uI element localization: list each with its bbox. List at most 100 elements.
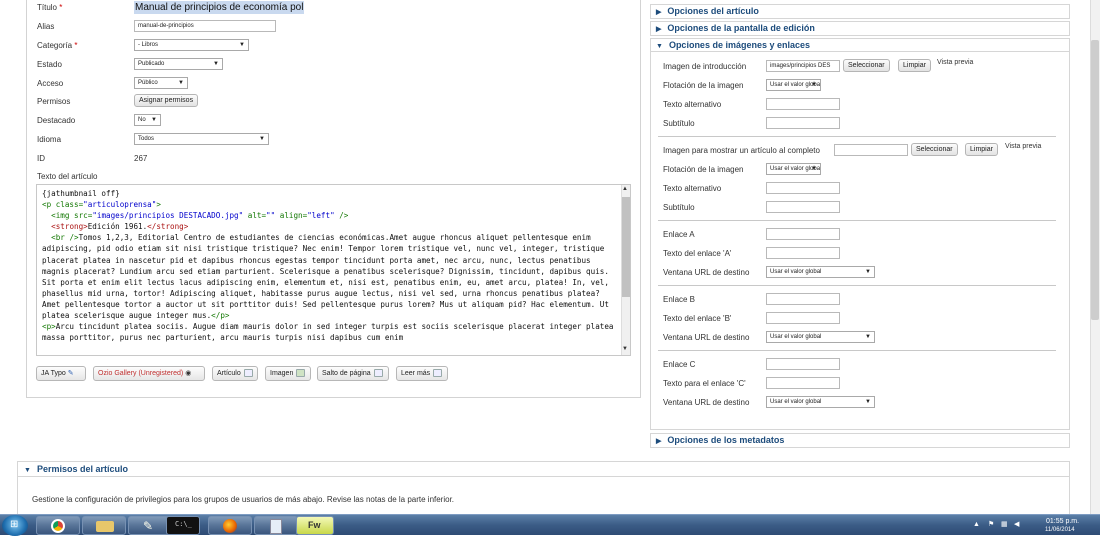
alias-label: Alias bbox=[37, 22, 55, 31]
start-button[interactable]: ⊞ bbox=[2, 515, 28, 536]
html-tag: alt= bbox=[243, 211, 267, 221]
permisos-articulo-header[interactable]: ▼ Permisos del artículo bbox=[18, 462, 1069, 477]
opciones-pantalla-header[interactable]: ▶ Opciones de la pantalla de edición bbox=[650, 21, 1070, 36]
chrome-taskbar-button[interactable] bbox=[36, 516, 80, 535]
enlace-c-input[interactable] bbox=[766, 358, 840, 370]
ventana-url-a-select[interactable]: Usar el valor global ▼ bbox=[766, 266, 875, 278]
limpiar-button[interactable]: Limpiar bbox=[898, 59, 931, 72]
fireworks-taskbar-button[interactable]: Fw bbox=[296, 516, 334, 535]
html-tag: /> bbox=[334, 211, 349, 221]
imagen-intro-input[interactable]: images/principios DES bbox=[766, 60, 840, 72]
subtitulo-input-2[interactable] bbox=[766, 201, 840, 213]
show-hidden-icons-icon[interactable]: ▲ bbox=[973, 521, 980, 528]
flotacion-select-2[interactable]: Usar el valor global ▼ bbox=[766, 163, 821, 175]
ozio-gallery-button[interactable]: Ozio Gallery (Unregistered) ◉ bbox=[93, 366, 205, 381]
imagen-completo-input[interactable] bbox=[834, 144, 908, 156]
firefox-icon bbox=[223, 519, 237, 533]
imagen-completo-label: Imagen para mostrar un artículo al compl… bbox=[663, 146, 820, 155]
acceso-label: Acceso bbox=[37, 79, 64, 88]
seleccionar-button-2[interactable]: Seleccionar bbox=[911, 143, 958, 156]
opciones-articulo-header[interactable]: ▶ Opciones del artículo bbox=[650, 4, 1070, 19]
texto-alternativo-input-2[interactable] bbox=[766, 182, 840, 194]
opciones-metadatos-header[interactable]: ▶ Opciones de los metadatos bbox=[650, 433, 1070, 448]
fireworks-icon: Fw bbox=[308, 520, 321, 530]
id-label: ID bbox=[37, 154, 45, 163]
texto-enlace-b-input[interactable] bbox=[766, 312, 840, 324]
leer-mas-button[interactable]: Leer más bbox=[396, 366, 448, 381]
network-icon[interactable]: ▦ bbox=[1001, 520, 1008, 528]
categoria-select[interactable]: - Libros ▼ bbox=[134, 39, 249, 51]
chevron-down-icon: ▼ bbox=[24, 467, 31, 474]
acceso-select[interactable]: Público ▼ bbox=[134, 77, 188, 89]
imagen-intro-label: Imagen de introducción bbox=[663, 62, 747, 71]
salto-pagina-button[interactable]: Salto de página bbox=[317, 366, 389, 381]
texto-alternativo-input[interactable] bbox=[766, 98, 840, 110]
editor-scrollbar-thumb[interactable] bbox=[622, 197, 630, 297]
titulo-input[interactable]: Manual de principios de economía pol bbox=[134, 1, 305, 14]
texto-alternativo-label-2: Texto alternativo bbox=[663, 184, 722, 193]
asignar-permisos-button[interactable]: Asignar permisos bbox=[134, 94, 199, 107]
articulo-button[interactable]: Artículo bbox=[212, 366, 258, 381]
eye-icon: ◉ bbox=[185, 370, 192, 377]
subtitulo-label-2: Subtítulo bbox=[663, 203, 695, 212]
destacado-select[interactable]: No ▼ bbox=[134, 114, 161, 126]
limpiar-button-2[interactable]: Limpiar bbox=[965, 143, 998, 156]
flotacion-select[interactable]: Usar el valor global ▼ bbox=[766, 79, 821, 91]
read-more-icon bbox=[433, 369, 443, 378]
chevron-down-icon: ▼ bbox=[865, 269, 871, 275]
divider bbox=[658, 220, 1056, 221]
alias-input[interactable]: manual-de-principios bbox=[134, 20, 276, 32]
categoria-label: Categoría * bbox=[37, 41, 78, 50]
idioma-select[interactable]: Todos ▼ bbox=[134, 133, 269, 145]
seleccionar-button[interactable]: Seleccionar bbox=[843, 59, 890, 72]
page-break-icon bbox=[373, 369, 383, 378]
image-icon bbox=[296, 369, 306, 378]
ja-typo-button[interactable]: JA Typo ✎ bbox=[36, 366, 86, 381]
subtitulo-input[interactable] bbox=[766, 117, 840, 129]
ventana-url-c-label: Ventana URL de destino bbox=[663, 398, 750, 407]
calculator-taskbar-button[interactable] bbox=[254, 516, 298, 535]
chevron-right-icon: ▶ bbox=[656, 438, 662, 445]
vista-previa-label: Vista previa bbox=[937, 59, 974, 66]
html-tag: <img src= bbox=[51, 211, 93, 221]
texto-alternativo-label: Texto alternativo bbox=[663, 100, 722, 109]
page-scrollbar-thumb[interactable] bbox=[1091, 40, 1099, 320]
html-attr: "articuloprensa" bbox=[83, 200, 157, 210]
scroll-down-icon[interactable]: ▼ bbox=[622, 346, 628, 352]
cmd-taskbar-button[interactable]: C:\_ bbox=[166, 516, 200, 535]
chevron-down-icon: ▼ bbox=[239, 42, 245, 48]
texto-enlace-c-input[interactable] bbox=[766, 377, 840, 389]
article-text-editor[interactable]: {jathumbnail off} <p class="articulopren… bbox=[36, 184, 631, 356]
imagen-button[interactable]: Imagen bbox=[265, 366, 311, 381]
terminal-icon: C:\_ bbox=[175, 520, 192, 528]
volume-icon[interactable]: ◀ bbox=[1014, 520, 1019, 528]
editor-content[interactable]: {jathumbnail off} <p class="articulopren… bbox=[42, 188, 617, 343]
chevron-down-icon: ▼ bbox=[811, 166, 817, 172]
clock-date[interactable]: 11/06/2014 bbox=[1045, 527, 1075, 533]
texto-enlace-a-input[interactable] bbox=[766, 247, 840, 259]
id-value: 267 bbox=[134, 154, 148, 163]
opciones-imagenes-panel bbox=[650, 38, 1070, 430]
enlace-b-label: Enlace B bbox=[663, 295, 696, 304]
chevron-down-icon: ▼ bbox=[259, 136, 265, 142]
chevron-down-icon: ▼ bbox=[178, 80, 184, 86]
html-attr: "left" bbox=[307, 211, 335, 221]
opciones-imagenes-header[interactable]: ▼ Opciones de imágenes y enlaces bbox=[651, 39, 1069, 52]
calculator-icon bbox=[270, 519, 282, 534]
html-tag: <p class= bbox=[42, 200, 84, 210]
estado-select[interactable]: Publicado ▼ bbox=[134, 58, 223, 70]
explorer-taskbar-button[interactable] bbox=[82, 516, 126, 535]
flotacion-label-2: Flotación de la imagen bbox=[663, 165, 744, 174]
ventana-url-a-label: Ventana URL de destino bbox=[663, 268, 750, 277]
divider bbox=[658, 285, 1056, 286]
enlace-b-input[interactable] bbox=[766, 293, 840, 305]
enlace-a-input[interactable] bbox=[766, 228, 840, 240]
pen-icon: ✎ bbox=[67, 370, 74, 377]
firefox-taskbar-button[interactable] bbox=[208, 516, 252, 535]
ventana-url-c-select[interactable]: Usar el valor global ▼ bbox=[766, 396, 875, 408]
scroll-up-icon[interactable]: ▲ bbox=[622, 186, 628, 192]
clock-time[interactable]: 01:55 p.m. bbox=[1046, 518, 1079, 525]
vista-previa-label-2: Vista previa bbox=[1005, 143, 1042, 150]
flag-icon[interactable]: ⚑ bbox=[988, 520, 994, 528]
ventana-url-b-select[interactable]: Usar el valor global ▼ bbox=[766, 331, 875, 343]
